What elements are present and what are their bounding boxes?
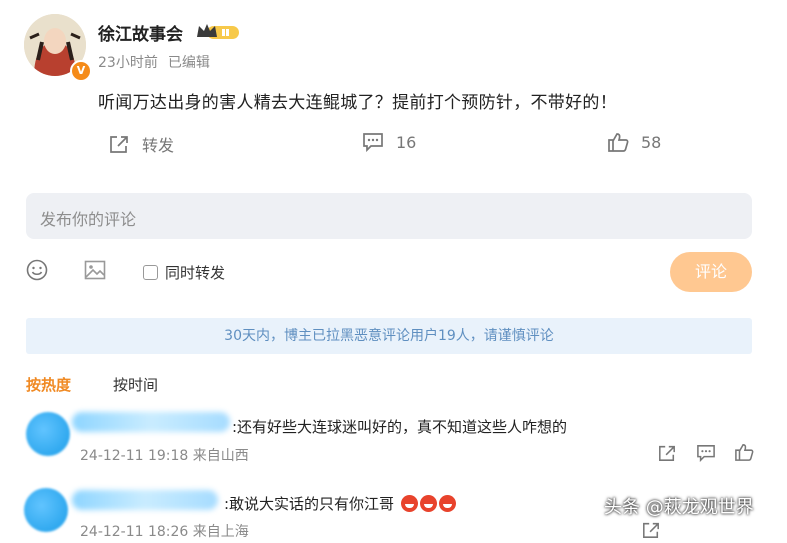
commenter-avatar[interactable]	[24, 488, 68, 532]
like-count: 58	[641, 132, 662, 152]
laugh-emoji-icon	[400, 495, 418, 512]
comment-text: :敢说大实话的只有你江哥	[224, 495, 395, 513]
share-icon[interactable]	[641, 521, 661, 543]
post-time[interactable]: 23小时前	[98, 55, 158, 71]
comment-input[interactable]: 发布你的评论	[26, 193, 752, 239]
repost-label: 转发	[142, 136, 175, 155]
comment-text-row: :敢说大实话的只有你江哥	[224, 493, 456, 514]
share-icon	[110, 136, 128, 153]
comment-count: 16	[396, 132, 417, 152]
comment-icon	[363, 133, 383, 152]
checkbox-box[interactable]	[143, 265, 158, 280]
laugh-emoji-icon	[438, 495, 456, 512]
repost-button[interactable]: 转发	[108, 132, 174, 156]
comment-placeholder: 发布你的评论	[40, 210, 137, 229]
watermark: 头条 @萩龙观世界	[604, 497, 754, 518]
like-button[interactable]: 58	[607, 132, 661, 152]
verified-v-icon: V	[70, 60, 92, 82]
reply-icon[interactable]	[696, 444, 716, 466]
submit-comment-button[interactable]: 评论	[670, 252, 752, 292]
image-icon[interactable]	[84, 259, 106, 285]
tab-sort-hot[interactable]: 按热度	[26, 374, 71, 395]
comment-text: :还有好些大连球迷叫好的，真不知道这些人咋想的	[232, 418, 568, 436]
repost-checkbox[interactable]: 同时转发	[143, 262, 225, 283]
commenter-avatar[interactable]	[26, 412, 70, 456]
share-icon[interactable]	[657, 444, 677, 466]
laugh-emoji-icon	[419, 495, 437, 512]
emoji-icon[interactable]	[26, 259, 48, 285]
author-name[interactable]: 徐江故事会	[98, 20, 183, 45]
commenter-name-blurred[interactable]	[72, 412, 230, 432]
moderation-notice: 30天内，博主已拉黑恶意评论用户19人，请谨慎评论	[26, 318, 752, 354]
vip-crown-icon	[195, 22, 241, 42]
post-content: 听闻万达出身的害人精去大连鲲城了？提前打个预防针，不带好的！	[98, 93, 617, 113]
commenter-name-blurred[interactable]	[72, 490, 218, 510]
comment-button[interactable]: 16	[362, 132, 416, 152]
repost-checkbox-label: 同时转发	[165, 264, 226, 282]
post-meta: 23小时前 已编辑	[98, 52, 210, 72]
tab-sort-time[interactable]: 按时间	[113, 374, 158, 395]
thumbs-up-icon[interactable]	[734, 443, 754, 465]
edited-label[interactable]: 已编辑	[168, 55, 210, 71]
comment-meta: 24-12-11 18:26 来自上海	[80, 524, 249, 540]
comment-meta: 24-12-11 19:18 来自山西	[80, 448, 249, 464]
thumbs-up-icon	[608, 133, 629, 152]
